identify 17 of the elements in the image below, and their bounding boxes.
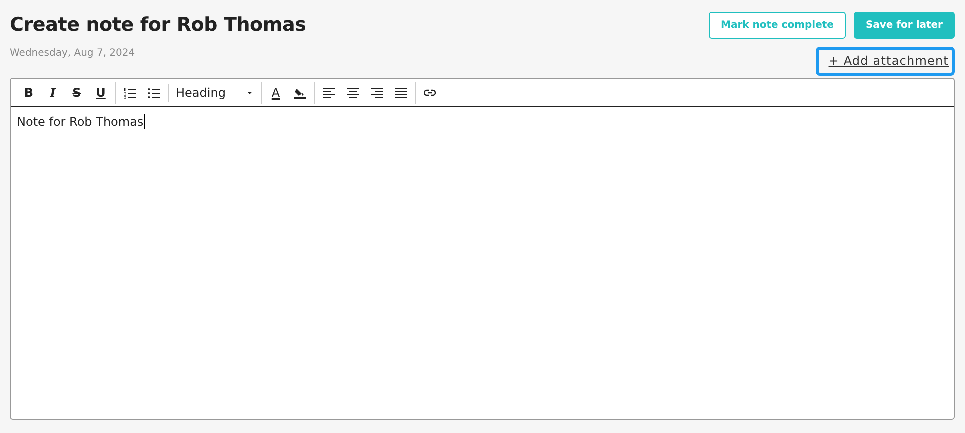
fill-color-icon: [294, 86, 306, 98]
justify-icon: [395, 86, 407, 98]
numbered-list-icon: [124, 86, 136, 98]
align-left-icon: [323, 86, 335, 98]
align-center-icon: [347, 86, 359, 98]
align-right-icon: [371, 86, 383, 98]
bullet-list-icon: [148, 86, 160, 98]
heading-dropdown[interactable]: Heading: [172, 84, 258, 102]
note-text: Note for Rob Thomas: [17, 115, 144, 129]
page-title: Create note for Rob Thomas: [10, 14, 306, 37]
italic-button[interactable]: I: [42, 82, 64, 104]
underline-button[interactable]: U: [90, 82, 112, 104]
strikethrough-button[interactable]: S: [66, 82, 88, 104]
note-date: Wednesday, Aug 7, 2024: [10, 46, 136, 61]
add-attachment-link[interactable]: + Add attachment: [816, 47, 955, 76]
text-color-button[interactable]: A: [265, 82, 287, 104]
bold-button[interactable]: B: [18, 82, 40, 104]
